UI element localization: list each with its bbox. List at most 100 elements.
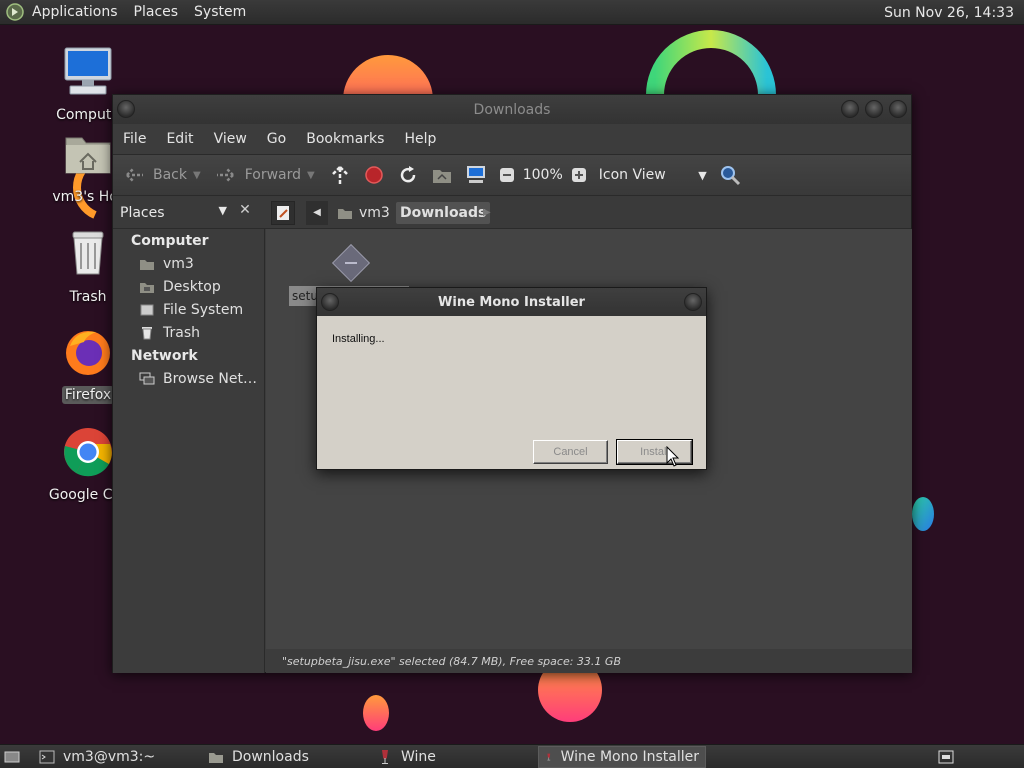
window-title: Downloads bbox=[473, 101, 551, 118]
sidebar-item-browse-network[interactable]: Browse Net… bbox=[139, 371, 257, 387]
sidebar-item-label: Trash bbox=[163, 325, 200, 341]
close-sidebar-icon[interactable]: ✕ bbox=[235, 202, 255, 222]
breadcrumb-downloads[interactable]: Downloads bbox=[396, 202, 491, 224]
taskbar-item-wine[interactable]: Wine bbox=[371, 746, 535, 768]
status-text: "setupbeta_jisu.exe" selected (84.7 MB),… bbox=[282, 654, 621, 668]
search-icon bbox=[720, 166, 740, 186]
distro-logo-icon[interactable] bbox=[6, 3, 24, 21]
menu-help[interactable]: Help bbox=[394, 131, 446, 147]
zoom-in-button[interactable] bbox=[565, 159, 593, 191]
dialog-title: Wine Mono Installer bbox=[438, 294, 585, 310]
stop-button[interactable] bbox=[357, 159, 391, 191]
pencil-icon bbox=[277, 206, 289, 220]
window-titlebar[interactable]: Downloads bbox=[113, 95, 911, 124]
applications-menu[interactable]: Applications bbox=[24, 0, 126, 25]
sidebar-item-vm3[interactable]: vm3 bbox=[139, 256, 194, 272]
chevron-down-icon: ▼ bbox=[698, 168, 707, 182]
workspace-icon bbox=[938, 750, 954, 764]
stop-icon bbox=[364, 166, 383, 184]
breadcrumb-vm3[interactable]: vm3 bbox=[333, 202, 394, 224]
computer-button[interactable] bbox=[459, 159, 493, 191]
window-menu-button[interactable] bbox=[117, 100, 135, 118]
desktop-folder-icon bbox=[140, 283, 154, 293]
terminal-icon bbox=[39, 750, 55, 764]
places-sidebar: Computer vm3 Desktop File System Trash N… bbox=[113, 229, 265, 673]
close-button[interactable] bbox=[684, 293, 702, 311]
back-arrow-icon bbox=[126, 167, 143, 183]
edit-location-button[interactable] bbox=[271, 201, 295, 225]
computer-icon bbox=[466, 166, 485, 183]
path-scroll-left-icon[interactable]: ◀ bbox=[306, 201, 328, 225]
desktop-icon-label: Trash bbox=[69, 289, 107, 305]
dialog-titlebar[interactable]: Wine Mono Installer bbox=[317, 288, 706, 316]
path-scroll-right-icon[interactable]: ▶ bbox=[483, 201, 497, 225]
show-desktop-icon bbox=[4, 751, 20, 763]
computer-icon bbox=[64, 47, 112, 95]
forward-button[interactable]: Forward bbox=[209, 159, 307, 191]
status-bar: "setupbeta_jisu.exe" selected (84.7 MB),… bbox=[266, 649, 912, 673]
location-bar: Places ▼ ✕ ◀ vm3 Downloads ▶ bbox=[113, 196, 911, 229]
close-button[interactable] bbox=[889, 100, 907, 118]
forward-history-icon[interactable]: ▼ bbox=[307, 170, 315, 181]
trash-icon bbox=[72, 231, 104, 275]
zoom-level[interactable]: 100% bbox=[521, 159, 565, 191]
reload-button[interactable] bbox=[391, 159, 425, 191]
bottom-panel: vm3@vm3:~ Downloads Wine Wine Mono Insta… bbox=[0, 744, 1024, 768]
home-button[interactable] bbox=[425, 159, 459, 191]
view-mode-label: Icon View bbox=[598, 167, 666, 183]
maximize-button[interactable] bbox=[865, 100, 883, 118]
home-folder-icon bbox=[338, 209, 352, 219]
places-menu[interactable]: Places bbox=[126, 0, 187, 25]
taskbar-label: Wine bbox=[401, 749, 436, 765]
chrome-icon bbox=[64, 428, 112, 477]
sidebar-item-label: Desktop bbox=[163, 279, 221, 295]
up-button[interactable] bbox=[323, 159, 357, 191]
sidebar-item-label: File System bbox=[163, 302, 244, 318]
minimize-button[interactable] bbox=[841, 100, 859, 118]
show-desktop-button[interactable] bbox=[2, 746, 22, 768]
mouse-cursor-icon bbox=[666, 446, 680, 467]
firefox-icon bbox=[66, 331, 110, 375]
menu-edit[interactable]: Edit bbox=[156, 131, 203, 147]
top-panel: Applications Places System Sun Nov 26, 1… bbox=[0, 0, 1024, 25]
sidebar-item-file-system[interactable]: File System bbox=[139, 302, 243, 318]
cancel-button[interactable]: Cancel bbox=[533, 440, 608, 464]
menu-file[interactable]: File bbox=[113, 131, 156, 147]
taskbar-item-downloads[interactable]: Downloads bbox=[202, 746, 368, 768]
breadcrumb-label: vm3 bbox=[359, 205, 390, 221]
sidebar-item-label: vm3 bbox=[163, 256, 194, 272]
sidebar-type-label: Places bbox=[120, 205, 165, 221]
sidebar-item-trash[interactable]: Trash bbox=[139, 325, 200, 341]
chevron-down-icon: ▼ bbox=[218, 204, 227, 217]
sidebar-type-select[interactable]: Places ▼ bbox=[117, 202, 231, 224]
menu-view[interactable]: View bbox=[204, 131, 257, 147]
back-button[interactable]: Back bbox=[117, 159, 193, 191]
forward-label: Forward bbox=[244, 167, 302, 183]
sidebar-item-desktop[interactable]: Desktop bbox=[139, 279, 221, 295]
up-arrow-icon bbox=[331, 166, 348, 184]
home-folder-icon bbox=[432, 170, 451, 183]
taskbar-item-terminal[interactable]: vm3@vm3:~ bbox=[33, 746, 199, 768]
folder-icon bbox=[209, 753, 223, 763]
back-history-icon[interactable]: ▼ bbox=[193, 170, 201, 181]
desktop-icon-label: Firefox bbox=[61, 386, 115, 404]
window-menu-button[interactable] bbox=[321, 293, 339, 311]
search-button[interactable] bbox=[713, 159, 747, 191]
toolbar: Back ▼ Forward ▼ 100% Icon View ▼ bbox=[113, 154, 911, 196]
exe-file-icon[interactable] bbox=[329, 241, 373, 285]
clock[interactable]: Sun Nov 26, 14:33 bbox=[878, 0, 1020, 25]
taskbar-label: Wine Mono Installer bbox=[560, 749, 699, 765]
menu-bookmarks[interactable]: Bookmarks bbox=[296, 131, 394, 147]
install-button[interactable]: Install bbox=[616, 439, 693, 465]
view-mode-select[interactable]: Icon View ▼ bbox=[593, 159, 713, 191]
wine-icon bbox=[547, 753, 551, 761]
menu-go[interactable]: Go bbox=[257, 131, 296, 147]
workspace-switcher[interactable] bbox=[936, 746, 956, 768]
network-icon bbox=[139, 372, 155, 385]
taskbar-label: Downloads bbox=[232, 749, 309, 765]
zoom-out-button[interactable] bbox=[493, 159, 521, 191]
taskbar-item-wine-mono-installer[interactable]: Wine Mono Installer bbox=[538, 746, 706, 768]
system-menu[interactable]: System bbox=[186, 0, 254, 25]
wine-icon bbox=[382, 750, 388, 764]
forward-arrow-icon bbox=[216, 167, 234, 183]
